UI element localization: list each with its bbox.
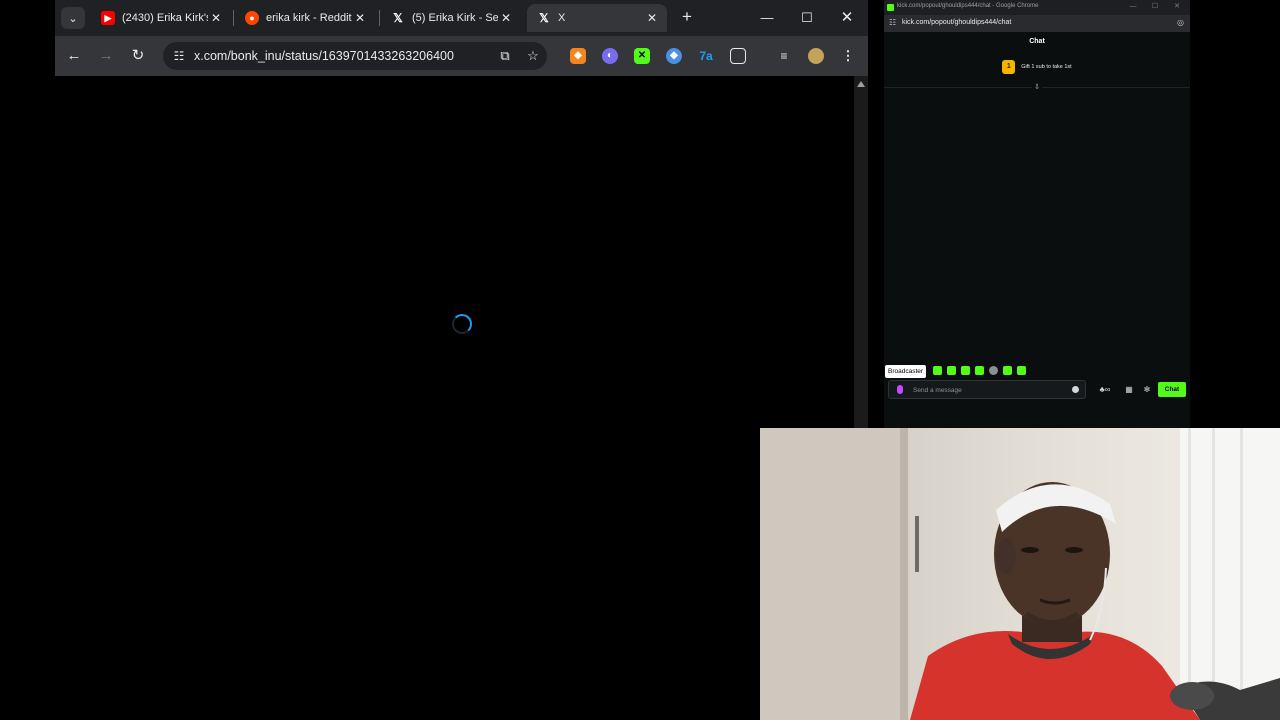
kick-window-title: kick.com/popout/ghouldips444/chat - Goog…	[897, 3, 1039, 9]
loading-spinner-icon	[452, 314, 472, 334]
message-input[interactable]	[913, 383, 1063, 397]
media-control-icon[interactable]: ≡	[776, 48, 792, 64]
emote-icon[interactable]	[975, 366, 984, 375]
arrow-right-icon: →	[98, 47, 114, 64]
forward-button[interactable]: →	[96, 46, 116, 66]
emote-bar: Broadcaster	[884, 363, 1190, 379]
kick-window-titlebar: kick.com/popout/ghouldips444/chat - Goog…	[884, 0, 1190, 15]
gift-sub-banner[interactable]: 1 Gift 1 sub to take 1st	[884, 58, 1190, 76]
minimize-button[interactable]: —	[1128, 2, 1138, 12]
close-window-button[interactable]: ✕	[1172, 2, 1182, 12]
emote-icon[interactable]	[1017, 366, 1026, 375]
emoji-picker-icon[interactable]	[1072, 386, 1079, 393]
extensions-puzzle-icon[interactable]	[730, 48, 746, 64]
back-button[interactable]: ←	[64, 46, 84, 66]
kick-logo-icon	[887, 4, 894, 11]
translate-extension-icon[interactable]: 7a	[698, 48, 714, 64]
new-tab-button[interactable]: +	[677, 8, 697, 28]
emote-icon[interactable]	[1003, 366, 1012, 375]
tab-x-active[interactable]: 𝕏 X ✕	[527, 4, 667, 32]
url-text[interactable]: x.com/bonk_inu/status/163970143326320640…	[194, 49, 454, 63]
kick-address-bar[interactable]: ☷ kick.com/popout/ghouldips444/chat ◎	[884, 15, 1190, 32]
close-icon[interactable]: ✕	[209, 11, 223, 25]
pinned-expand-icon[interactable]: ⇩	[1032, 83, 1042, 92]
menu-dots-icon[interactable]: ⋮	[840, 48, 856, 64]
kick-chat-window: kick.com/popout/ghouldips444/chat - Goog…	[884, 0, 1190, 428]
tab-x-search[interactable]: 𝕏 (5) Erika Kirk - Se ✕	[381, 4, 521, 32]
reddit-icon: ●	[245, 11, 259, 25]
tab-divider	[379, 10, 380, 26]
eye-off-icon[interactable]: ◎	[1177, 18, 1184, 27]
tab-reddit[interactable]: ● erika kirk - Reddit ✕	[235, 4, 375, 32]
metamask-extension-icon[interactable]: ◆	[570, 48, 586, 64]
arrow-left-icon: ←	[66, 47, 82, 64]
store-icon[interactable]: ▦	[1124, 385, 1134, 395]
maximize-button[interactable]: ☐	[1150, 2, 1160, 12]
tab-strip: ⌄ ▶ (2430) Erika Kirk's ✕ ● erika kirk -…	[55, 0, 868, 36]
emote-icon[interactable]	[961, 366, 970, 375]
bookmark-star-icon[interactable]: ☆	[525, 48, 541, 64]
kick-url-text: kick.com/popout/ghouldips444/chat	[902, 19, 1012, 26]
maximize-button[interactable]: ☐	[797, 8, 817, 28]
tab-search-button[interactable]: ⌄	[61, 7, 85, 29]
close-icon[interactable]: ✕	[353, 11, 367, 25]
tab-youtube[interactable]: ▶ (2430) Erika Kirk's ✕	[91, 4, 231, 32]
reload-button[interactable]: ↻	[128, 46, 148, 66]
x-icon: 𝕏	[539, 11, 549, 25]
desktop: ⌄ ▶ (2430) Erika Kirk's ✕ ● erika kirk -…	[0, 0, 1280, 720]
ghost-extension-icon[interactable]: ◐	[602, 48, 618, 64]
gift-text: Gift 1 sub to take 1st	[1021, 64, 1072, 70]
emote-icon[interactable]	[933, 366, 942, 375]
close-icon[interactable]: ✕	[645, 11, 659, 25]
address-bar[interactable]: ☷ x.com/bonk_inu/status/1639701433263206…	[163, 42, 547, 70]
install-app-icon[interactable]: ⧉	[497, 48, 513, 64]
webcam-feed	[760, 428, 1280, 720]
close-icon[interactable]: ✕	[499, 11, 513, 25]
gift-badge-icon: 1	[1002, 60, 1016, 74]
chevron-down-icon: ⌄	[68, 12, 78, 25]
kick-extension-icon[interactable]: ✕	[634, 48, 650, 64]
reload-icon: ↻	[131, 47, 145, 64]
webcam-image	[760, 428, 1280, 720]
browser-window: ⌄ ▶ (2430) Erika Kirk's ✕ ● erika kirk -…	[55, 0, 868, 428]
youtube-icon: ▶	[101, 11, 115, 25]
gear-icon[interactable]: ✻	[1142, 385, 1152, 395]
tab-divider	[233, 10, 234, 26]
scroll-up-arrow-icon[interactable]	[857, 81, 865, 87]
emote-icon[interactable]	[989, 366, 998, 375]
vertical-scrollbar[interactable]	[854, 76, 868, 428]
microphone-icon[interactable]	[897, 385, 903, 394]
shield-extension-icon[interactable]: ◆	[666, 48, 682, 64]
broadcaster-tag[interactable]: Broadcaster	[885, 365, 927, 378]
chat-send-button[interactable]: Chat	[1158, 382, 1186, 397]
emote-icon[interactable]	[947, 366, 956, 375]
site-info-icon[interactable]: ☷	[171, 48, 187, 64]
profile-avatar[interactable]	[808, 48, 824, 64]
minimize-button[interactable]: —	[757, 8, 777, 28]
x-icon: 𝕏	[393, 11, 403, 25]
browser-toolbar: ← → ↻ ☷ x.com/bonk_inu/status/1639701433…	[55, 36, 868, 76]
chat-header: Chat	[1029, 38, 1045, 45]
site-info-icon[interactable]: ☷	[889, 18, 896, 27]
message-input-container	[888, 380, 1086, 399]
users-icon[interactable]: ♣∞	[1098, 385, 1112, 395]
close-window-button[interactable]: ✕	[837, 8, 857, 28]
